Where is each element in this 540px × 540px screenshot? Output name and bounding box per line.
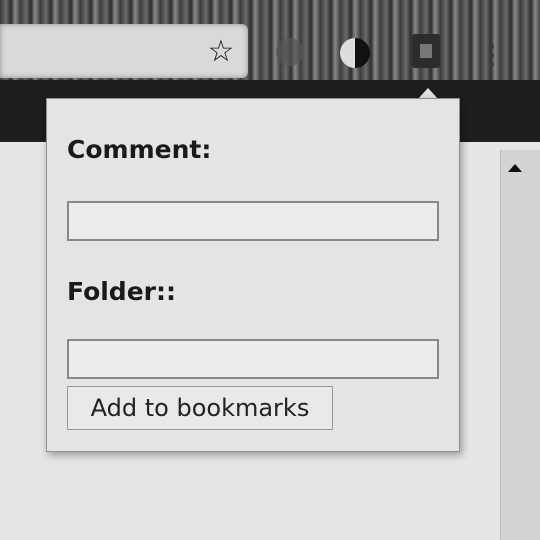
extension-icon[interactable] (276, 38, 304, 66)
scroll-up-arrow-icon[interactable] (508, 164, 522, 172)
bookmark-extension-icon[interactable] (412, 34, 440, 68)
comment-input[interactable] (67, 201, 439, 241)
scrollbar[interactable] (500, 150, 540, 540)
bookmark-popup: Comment: Folder:: Add to bookmarks (46, 98, 460, 452)
add-to-bookmarks-button[interactable]: Add to bookmarks (67, 386, 333, 430)
menu-icon[interactable] (488, 44, 496, 68)
contrast-icon[interactable] (340, 38, 370, 68)
folder-input[interactable] (67, 339, 439, 379)
comment-label: Comment: (67, 135, 212, 164)
bookmark-star-icon[interactable]: ☆ (205, 36, 237, 68)
folder-label: Folder:: (67, 277, 176, 306)
